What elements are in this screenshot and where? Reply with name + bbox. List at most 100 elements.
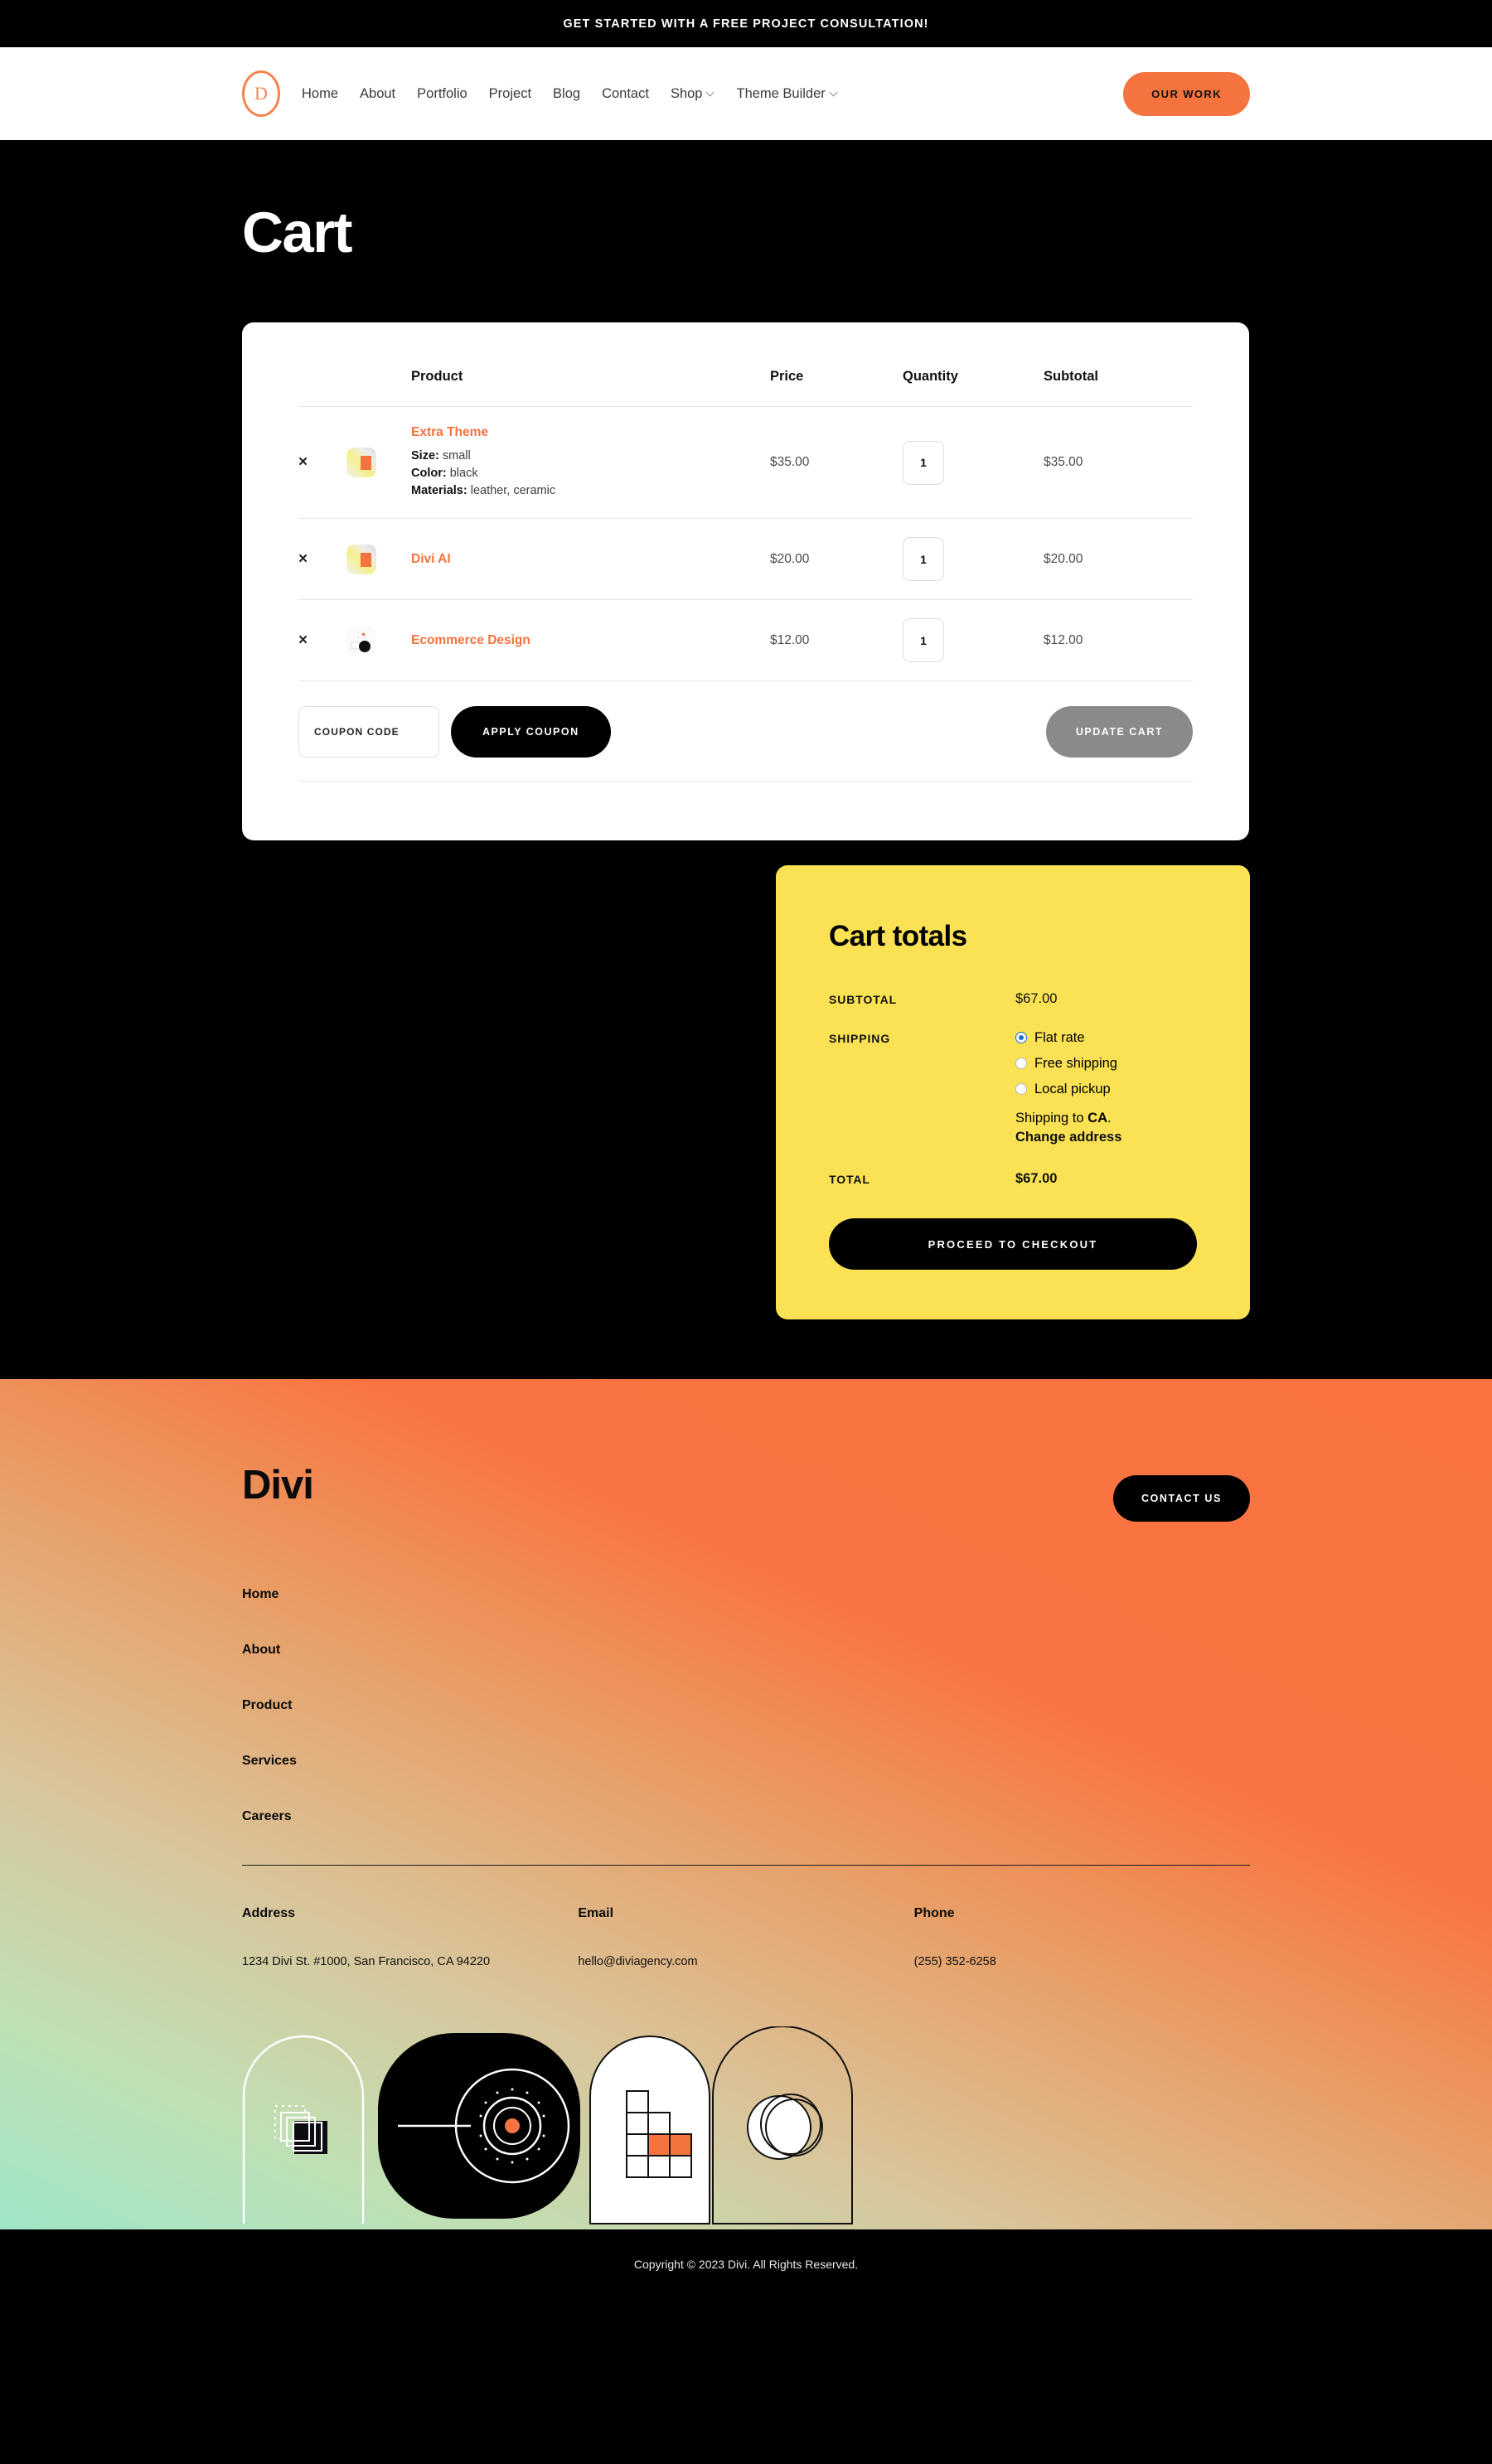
radio-icon[interactable] xyxy=(1015,1058,1027,1070)
remove-cell: × xyxy=(298,519,346,600)
subtotal-label: SUBTOTAL xyxy=(829,992,898,1006)
nav-item-theme-builder[interactable]: Theme Builder xyxy=(736,86,837,102)
nav-item-shop[interactable]: Shop xyxy=(671,86,715,102)
nav-label: Blog xyxy=(553,85,581,101)
footer-link-services[interactable]: Services xyxy=(242,1754,1250,1769)
nav-item-about[interactable]: About xyxy=(360,86,395,102)
total-value: $67.00 xyxy=(1015,1171,1058,1187)
col-subtotal: Subtotal xyxy=(1044,369,1098,384)
col-product: Product xyxy=(411,369,463,384)
nav-label: Home xyxy=(302,85,339,101)
nav-label: Project xyxy=(488,85,532,101)
product-cell: Ecommerce Design xyxy=(411,600,770,681)
thumbnail-cell xyxy=(346,407,411,519)
price-cell: $20.00 xyxy=(770,551,810,566)
quantity-cell xyxy=(903,407,1044,519)
remove-item-button[interactable]: × xyxy=(298,551,308,567)
coupon-controls: APPLY COUPON UPDATE CART xyxy=(298,706,1193,758)
meta-line: Size: small xyxy=(411,448,770,465)
quantity-stepper[interactable] xyxy=(903,537,944,582)
main-nav: Home About Portfolio Project Blog Contac… xyxy=(302,86,838,102)
nav-label: Shop xyxy=(670,85,703,101)
cart-totals-title: Cart totals xyxy=(829,919,967,952)
arch-overlapping-circles-icon xyxy=(711,2025,854,2229)
quantity-cell xyxy=(903,600,1044,681)
footer-contact-columns: Address 1234 Divi St. #1000, San Francis… xyxy=(242,1866,1250,1972)
subtotal-cell: $35.00 xyxy=(1044,455,1083,470)
nav-label: Theme Builder xyxy=(736,85,826,101)
footer-col-address: Address 1234 Divi St. #1000, San Francis… xyxy=(242,1906,578,1972)
copyright-bar: Copyright © 2023 Divi. All Rights Reserv… xyxy=(0,2229,1492,2300)
proceed-to-checkout-button[interactable]: PROCEED TO CHECKOUT xyxy=(829,1218,1197,1271)
price-cell: $12.00 xyxy=(770,632,810,647)
radio-icon[interactable] xyxy=(1015,1032,1027,1044)
change-address-link[interactable]: Change address xyxy=(1015,1128,1121,1148)
table-row: × xyxy=(298,599,1193,681)
main-section: Cart Product Price Quantity Subtotal × E… xyxy=(0,140,1492,1320)
footer-link-about[interactable]: About xyxy=(242,1643,1250,1658)
quantity-stepper[interactable] xyxy=(903,440,944,485)
footer-col-phone: Phone (255) 352-6258 xyxy=(914,1906,1250,1972)
shipping-options: Flat rate Free shipping Local pickup Shi… xyxy=(1015,1030,1121,1149)
meta-value: black xyxy=(446,467,478,481)
quantity-cell xyxy=(903,519,1044,600)
footer-brand: Divi xyxy=(242,1463,314,1508)
col-thumbnail xyxy=(346,369,411,407)
remove-item-button[interactable]: × xyxy=(298,454,308,470)
shipping-label: SHIPPING xyxy=(829,1031,891,1045)
site-footer: Divi CONTACT US Home About Product Servi… xyxy=(0,1379,1492,2229)
nav-label: About xyxy=(360,85,396,101)
arch-nested-squares-icon xyxy=(242,2026,365,2229)
product-link[interactable]: Ecommerce Design xyxy=(411,633,530,648)
nav-item-blog[interactable]: Blog xyxy=(553,86,580,102)
remove-cell: × xyxy=(298,600,346,681)
our-work-button[interactable]: OUR WORK xyxy=(1123,71,1250,116)
email-value: hello@diviagency.com xyxy=(578,1955,698,1969)
email-heading: Email xyxy=(578,1906,614,1921)
cart-totals-panel: Cart totals SUBTOTAL $67.00 SHIPPING Fla… xyxy=(776,864,1250,1320)
address-value: 1234 Divi St. #1000, San Francisco, CA 9… xyxy=(242,1955,491,1969)
footer-link-home[interactable]: Home xyxy=(242,1587,1250,1602)
page-root: GET STARTED WITH A FREE PROJECT CONSULTA… xyxy=(0,0,1492,2300)
product-cell: Extra Theme Size: small Color: black Mat… xyxy=(411,407,770,519)
total-label: TOTAL xyxy=(829,1173,870,1187)
nav-item-portfolio[interactable]: Portfolio xyxy=(417,86,467,102)
site-header: D Home About Portfolio Project Blog Cont… xyxy=(0,47,1492,140)
meta-value: leather, ceramic xyxy=(467,484,556,498)
apply-coupon-button[interactable]: APPLY COUPON xyxy=(451,706,611,758)
footer-link-careers[interactable]: Careers xyxy=(242,1809,1250,1824)
nav-label: Portfolio xyxy=(417,85,467,101)
shipping-option-free-shipping[interactable]: Free shipping xyxy=(1015,1056,1121,1072)
contact-us-button[interactable]: CONTACT US xyxy=(1112,1475,1250,1522)
footer-top: Divi CONTACT US xyxy=(242,1465,1250,1522)
radio-icon[interactable] xyxy=(1015,1083,1027,1096)
shipping-option-label: Flat rate xyxy=(1034,1029,1085,1045)
divi-logo-icon[interactable]: D xyxy=(242,70,280,117)
shipping-to-suffix: . xyxy=(1107,1110,1112,1126)
nav-label: Contact xyxy=(602,85,649,101)
chevron-down-icon xyxy=(707,89,715,96)
meta-key: Size: xyxy=(411,449,439,462)
product-thumbnail-icon xyxy=(346,544,376,574)
thumbnail-cell xyxy=(346,519,411,600)
product-thumbnail-icon xyxy=(346,625,376,656)
update-cart-button[interactable]: UPDATE CART xyxy=(1045,706,1193,758)
shipping-to-prefix: Shipping to xyxy=(1015,1110,1088,1126)
subtotal-cell: $20.00 xyxy=(1044,551,1083,566)
product-link[interactable]: Extra Theme xyxy=(411,425,488,440)
quantity-stepper[interactable] xyxy=(903,618,944,663)
footer-link-product[interactable]: Product xyxy=(242,1698,1250,1713)
nav-item-contact[interactable]: Contact xyxy=(602,86,649,102)
remove-item-button[interactable]: × xyxy=(298,632,308,648)
address-heading: Address xyxy=(242,1906,296,1921)
arch-radial-target-icon xyxy=(378,2026,580,2229)
shipping-row: SHIPPING Flat rate Free shipping Local p… xyxy=(829,1030,1197,1149)
nav-item-home[interactable]: Home xyxy=(302,86,338,102)
shipping-option-local-pickup[interactable]: Local pickup xyxy=(1015,1082,1121,1097)
coupon-input[interactable] xyxy=(298,706,439,758)
product-link[interactable]: Divi AI xyxy=(411,552,451,567)
page-title: Cart xyxy=(242,201,353,264)
arch-grid-blocks-icon xyxy=(589,2026,711,2229)
nav-item-project[interactable]: Project xyxy=(489,86,531,102)
shipping-option-flat-rate[interactable]: Flat rate xyxy=(1015,1030,1121,1046)
